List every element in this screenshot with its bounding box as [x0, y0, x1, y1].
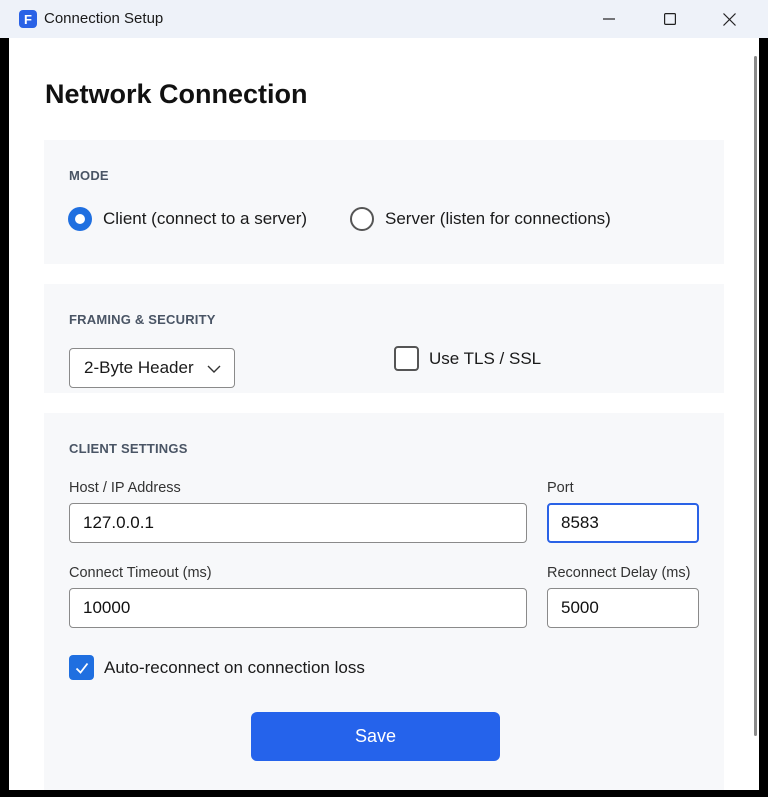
host-input-value: 127.0.0.1	[83, 513, 154, 532]
port-label: Port	[547, 480, 574, 496]
timeout-label: Connect Timeout (ms)	[69, 565, 212, 581]
mode-section-label: MODE	[69, 168, 109, 183]
chevron-down-icon	[207, 365, 221, 373]
save-button[interactable]: Save	[251, 712, 500, 761]
title-bar[interactable]: F Connection Setup	[0, 0, 768, 38]
maximize-button[interactable]	[641, 0, 699, 38]
framing-security-section: FRAMING & SECURITY 2-Byte Header Use TLS…	[44, 284, 724, 393]
maximize-icon	[664, 13, 676, 25]
page-title: Network Connection	[45, 79, 308, 109]
minimize-button[interactable]	[580, 0, 638, 38]
reconnect-delay-input[interactable]: 5000	[547, 588, 699, 628]
reconnect-delay-label: Reconnect Delay (ms)	[547, 565, 691, 581]
framing-section-label: FRAMING & SECURITY	[69, 312, 216, 327]
auto-reconnect-label: Auto-reconnect on connection loss	[104, 657, 365, 677]
close-button[interactable]	[700, 0, 758, 38]
close-icon	[722, 12, 736, 26]
framing-select[interactable]: 2-Byte Header	[69, 348, 235, 388]
auto-reconnect-checkbox[interactable]: Auto-reconnect on connection loss	[69, 655, 365, 680]
radio-client-circle[interactable]	[68, 207, 92, 231]
app-logo-icon: F	[19, 10, 37, 28]
client-settings-label: CLIENT SETTINGS	[69, 441, 188, 456]
window-title: Connection Setup	[44, 10, 164, 27]
port-input[interactable]: 8583	[547, 503, 699, 543]
mode-section: MODE Client (connect to a server) Server…	[44, 140, 724, 264]
app-window: F Connection Setup Network Connection MO…	[0, 0, 768, 797]
reconnect-delay-input-value: 5000	[561, 598, 599, 617]
checkmark-icon	[75, 662, 88, 674]
auto-reconnect-checkbox-box[interactable]	[69, 655, 94, 680]
minimize-icon	[603, 18, 615, 20]
framing-select-value: 2-Byte Header	[84, 358, 194, 377]
timeout-input[interactable]: 10000	[69, 588, 527, 628]
dialog-content: Network Connection MODE Client (connect …	[9, 38, 759, 790]
tls-checkbox-label: Use TLS / SSL	[429, 348, 542, 368]
timeout-input-value: 10000	[83, 598, 131, 617]
tls-checkbox-box[interactable]	[394, 346, 419, 371]
tls-checkbox[interactable]: Use TLS / SSL	[394, 346, 541, 371]
client-settings-section: CLIENT SETTINGS Host / IP Address 127.0.…	[44, 413, 724, 790]
host-input[interactable]: 127.0.0.1	[69, 503, 527, 543]
port-input-value: 8583	[561, 513, 599, 532]
radio-server-circle[interactable]	[350, 207, 374, 231]
radio-client[interactable]: Client (connect to a server)	[68, 207, 307, 231]
radio-client-label: Client (connect to a server)	[103, 209, 308, 228]
radio-server-label: Server (listen for connections)	[385, 209, 611, 228]
radio-server[interactable]: Server (listen for connections)	[350, 207, 611, 231]
host-label: Host / IP Address	[69, 480, 181, 496]
vertical-scrollbar[interactable]	[754, 56, 757, 736]
